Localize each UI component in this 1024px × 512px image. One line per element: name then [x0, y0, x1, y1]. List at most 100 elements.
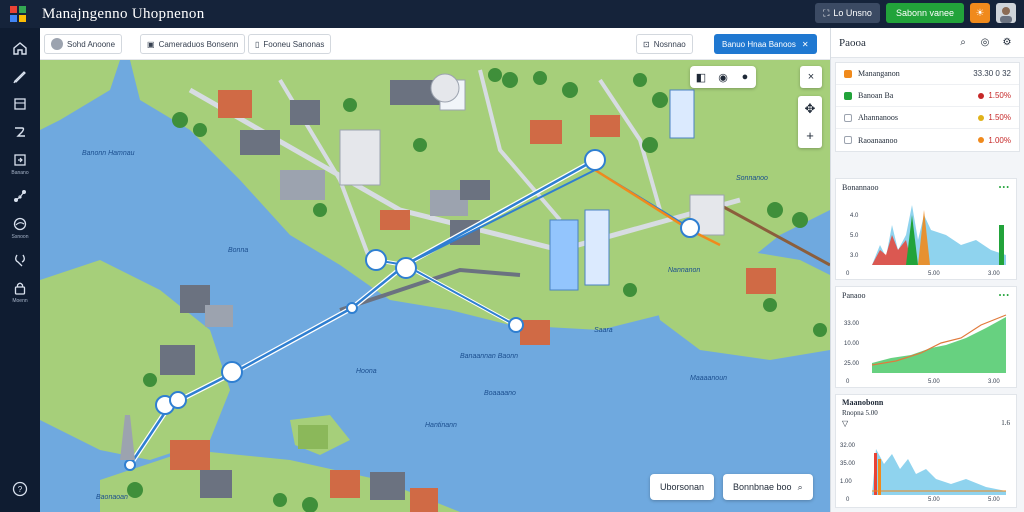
legend-row[interactable]: Raoanaanoo 1.00% [836, 129, 1019, 151]
map-label: Bonna [228, 247, 249, 254]
legend-row[interactable]: Banoan Ba 1.50% [836, 85, 1019, 107]
legend-label: Ahannanoos [858, 113, 898, 122]
settings-icon[interactable]: ⚙ [998, 34, 1016, 52]
chart-1-ytick: 3.0 [850, 253, 859, 259]
legend-value: 33.30 0 32 [973, 69, 1011, 78]
compass-icon[interactable]: ◉ [712, 66, 734, 88]
map-label: Boaaaano [484, 390, 516, 397]
legend-swatch [844, 91, 852, 100]
route-icon [15, 127, 25, 137]
rail-lock[interactable]: Moenn [0, 280, 40, 304]
rail-export[interactable]: Banano [0, 152, 40, 176]
chart-1-ytick: 4.0 [850, 213, 859, 219]
toolbar-chip-4-label: Nosnnao [653, 39, 686, 49]
chart-1-xtick: 5.00 [928, 271, 940, 277]
map-label: Hantinann [425, 422, 457, 429]
toolbar-blue-button[interactable]: Banuo Hnaa Banoos ✕ [714, 34, 817, 54]
map-label: Sonnanoo [736, 175, 768, 182]
chart-2-ytick: 10.00 [844, 341, 860, 347]
top-dark-button-label: Lo Unsno [833, 8, 872, 18]
app-logo-icon[interactable] [8, 4, 28, 24]
top-dark-button[interactable]: ⛶ Lo Unsno [815, 3, 880, 23]
rail-pen[interactable] [0, 68, 40, 84]
rail-export-label: Banano [11, 170, 29, 176]
chart-2-xtick: 3.00 [988, 379, 1000, 385]
chart-card-2-title: Panaoo [842, 290, 866, 300]
map-search-button[interactable]: Bonnbnae boo ⌕ [723, 474, 813, 500]
filter-icon[interactable]: ▽ [842, 419, 848, 428]
legend-dot [978, 114, 985, 121]
map-label: Banonn Hamnau [82, 150, 135, 157]
file-icon: ▯ [255, 39, 260, 49]
rail-settings[interactable] [0, 252, 40, 268]
panel-title: Paooa [839, 36, 866, 49]
record-icon[interactable]: ◎ [976, 34, 994, 52]
chart-2-xtick: 0 [846, 379, 850, 385]
more-icon[interactable]: ••• [999, 183, 1010, 192]
more-icon[interactable]: ••• [999, 291, 1010, 300]
chart-card-3-title: Maanobonn [842, 397, 884, 407]
map-base [40, 60, 830, 512]
legend-dot [978, 92, 985, 99]
chart-card-1-title: Bonannaoo [842, 182, 879, 192]
top-green-button[interactable]: Sabonn vanee [885, 3, 964, 23]
chart-2: 33.00 10.00 25.00 0 5.00 3.00 [844, 314, 1007, 385]
map-label: Banaannan Baonn [460, 353, 518, 360]
search-icon[interactable]: ⌕ [954, 34, 972, 52]
legend-value: 1.50% [988, 91, 1011, 100]
rail-globe-label: Ssnoon [11, 234, 29, 240]
chart-3-xtick: 0 [846, 497, 850, 503]
rail-home[interactable] [0, 40, 40, 56]
toolbar-chip-3[interactable]: ▯ Fooneu Sanonas [248, 34, 332, 54]
user-icon [51, 38, 63, 50]
toolbar-chip-2-label: Cameraduos Bonsenn [158, 39, 239, 49]
rail-lock-label: Moenn [12, 298, 28, 304]
top-bar: Manajngenno Uhopnenon ⛶ Lo Unsno Sabonn … [0, 0, 1024, 28]
rail-route[interactable] [0, 124, 40, 140]
move-icon[interactable]: ✥ [798, 96, 822, 122]
map-label: Baonaoan [96, 494, 128, 501]
chart-1-ytick: 5.0 [850, 233, 859, 239]
toolbar-chip-1[interactable]: Sohd Anoone [44, 34, 123, 54]
chart-2-ytick: 25.00 [844, 361, 860, 367]
toolbar-chip-2[interactable]: ▣ Cameraduos Bonsenn [140, 34, 246, 54]
close-icon: ✕ [801, 39, 809, 49]
map-label: Maaaanoun [690, 375, 727, 382]
chart-card-3-tools: ▽ 1.6 [836, 417, 1016, 429]
toolbar-chip-3-label: Fooneu Sanonas [263, 39, 325, 49]
close-map-button[interactable]: × [800, 66, 822, 88]
map-bottom-left-button[interactable]: Uborsonan [650, 474, 715, 500]
svg-text:?: ? [18, 485, 23, 494]
chart-3-xtick: 5.00 [988, 497, 1000, 503]
rail-layers[interactable] [0, 96, 40, 112]
user-avatar-icon[interactable] [996, 3, 1016, 23]
map-label: Hoona [356, 368, 377, 375]
pen-icon [13, 71, 26, 84]
profile-icon[interactable]: ● [734, 66, 756, 88]
chart-3-ytick: 35.00 [840, 461, 856, 467]
sun-icon[interactable]: ☀ [970, 3, 990, 23]
lock-icon [14, 282, 26, 295]
home-icon [13, 42, 27, 55]
legend-dot [978, 137, 985, 143]
zoom-in-button[interactable]: + [798, 122, 822, 148]
tag-icon: ⛶ [823, 7, 830, 18]
chart-card-2: Panaoo ••• 33.00 10.00 25.00 0 5.00 3.00 [835, 286, 1017, 388]
chart-card-3-header: Maanobonn [836, 395, 1016, 409]
chart-1-xtick: 3.00 [988, 271, 1000, 277]
legend-row[interactable]: Ahannanoos 1.50% [836, 107, 1019, 129]
chart-1: 4.0 5.0 3.0 0 5.00 3.00 [846, 205, 1006, 277]
legend-row[interactable]: Mananganon 33.30 0 32 [836, 63, 1019, 85]
toolbar-chip-4[interactable]: ⊡ Nosnnao [636, 34, 693, 54]
help-icon[interactable]: ? [12, 481, 28, 502]
map-search-button-label: Bonnbnae boo [733, 482, 792, 492]
chart-card-3: Maanobonn Rnopna 5.00 ▽ 1.6 32.00 35.00 … [835, 394, 1017, 508]
chart-1-xtick: 0 [846, 271, 850, 277]
pin-icon[interactable]: ◧ [690, 66, 712, 88]
chart-3-ytick: 32.00 [840, 443, 856, 449]
rail-network[interactable] [0, 188, 40, 204]
chart-3-ytick: 1.00 [840, 479, 852, 485]
map-canvas[interactable]: Banonn Hamnau Bonna Nannanon Sonnanoo Sa… [40, 60, 830, 512]
rail-globe[interactable]: Ssnoon [0, 216, 40, 240]
chart-card-3-top-right: 1.6 [1001, 419, 1010, 427]
